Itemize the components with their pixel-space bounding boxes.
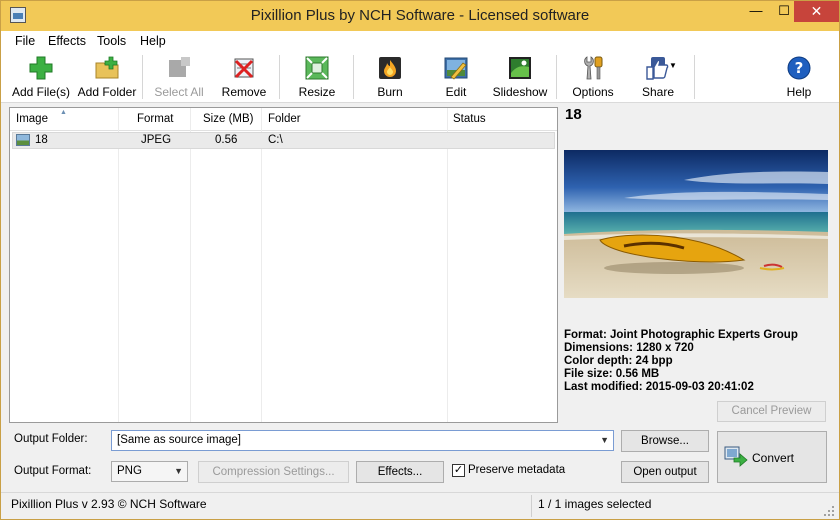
help-label: Help: [786, 85, 812, 99]
svg-text:?: ?: [795, 59, 804, 77]
convert-label: Convert: [752, 451, 795, 465]
toolbar-separator: [694, 55, 695, 99]
effects-button[interactable]: Effects...: [356, 461, 444, 483]
output-folder-value: [Same as source image]: [117, 434, 242, 446]
minimize-button[interactable]: —: [742, 1, 770, 22]
window-title: Pixillion Plus by NCH Software - License…: [250, 7, 590, 24]
image-list[interactable]: ▲ Image Format Size (MB) Folder Status 1…: [9, 107, 558, 423]
convert-button[interactable]: Convert: [717, 431, 827, 483]
preview-title: 18: [565, 106, 582, 123]
edit-icon: [444, 57, 468, 80]
remove-button[interactable]: Remove: [219, 55, 269, 101]
info-color-depth: Color depth: 24 bpp: [564, 355, 673, 367]
info-file-size: File size: 0.56 MB: [564, 368, 660, 380]
column-divider: [118, 108, 119, 422]
column-header-size[interactable]: Size (MB): [197, 108, 269, 131]
column-header-status[interactable]: Status: [447, 108, 547, 131]
options-tools-icon: [584, 56, 603, 80]
menu-bar: File Effects Tools Help: [1, 31, 839, 51]
burn-button[interactable]: Burn: [371, 55, 409, 101]
add-files-label: Add File(s): [11, 85, 70, 99]
edit-button[interactable]: Edit: [439, 55, 473, 101]
burn-label: Burn: [377, 85, 403, 99]
output-format-label: Output Format:: [14, 465, 92, 477]
menu-effects[interactable]: Effects: [48, 34, 86, 48]
slideshow-label: Slideshow: [492, 85, 548, 99]
resize-grip-icon[interactable]: [823, 505, 835, 517]
main-window: Pixillion Plus by NCH Software - License…: [0, 0, 840, 520]
row-format: JPEG: [141, 134, 172, 146]
compression-settings-button[interactable]: Compression Settings...: [198, 461, 349, 483]
info-format: Format: Joint Photographic Experts Group: [564, 329, 798, 341]
remove-label: Remove: [221, 85, 267, 99]
add-files-button[interactable]: Add File(s): [11, 55, 71, 101]
slideshow-button[interactable]: Slideshow: [491, 55, 549, 101]
menu-help[interactable]: Help: [140, 34, 166, 48]
help-button[interactable]: ? Help: [784, 55, 814, 101]
output-folder-combo[interactable]: [Same as source image] ▼: [111, 430, 614, 451]
preserve-metadata-checkbox[interactable]: ✓: [452, 464, 465, 477]
info-last-modified: Last modified: 2015-09-03 20:41:02: [564, 381, 754, 393]
options-label: Options: [572, 85, 614, 99]
preview-image: [564, 150, 828, 298]
burn-disc-icon: [379, 57, 401, 79]
toolbar-separator: [353, 55, 354, 99]
preserve-metadata-label: Preserve metadata: [468, 464, 566, 476]
cancel-preview-button[interactable]: Cancel Preview: [717, 401, 826, 422]
help-icon: ?: [787, 56, 811, 80]
browse-button[interactable]: Browse...: [621, 430, 709, 452]
output-folder-label: Output Folder:: [14, 433, 88, 445]
column-divider: [261, 108, 262, 422]
share-icon: [646, 57, 669, 80]
options-button[interactable]: Options: [570, 55, 616, 101]
status-divider: [531, 495, 532, 517]
select-all-icon: [169, 57, 190, 77]
status-version: Pixillion Plus v 2.93 © NCH Software: [11, 497, 207, 511]
folder-add-icon: [95, 56, 119, 79]
toolbar-separator: [556, 55, 557, 99]
status-bar: Pixillion Plus v 2.93 © NCH Software 1 /…: [1, 492, 839, 519]
image-file-icon: [16, 134, 30, 146]
image-info: Format: Joint Photographic Experts Group…: [564, 329, 798, 394]
row-image-name: 18: [35, 134, 48, 146]
column-header-folder[interactable]: Folder: [262, 108, 442, 131]
open-output-button[interactable]: Open output: [621, 461, 709, 483]
title-bar[interactable]: Pixillion Plus by NCH Software - License…: [1, 1, 839, 31]
resize-label: Resize: [298, 85, 336, 99]
chevron-down-icon[interactable]: ▼: [174, 462, 183, 481]
toolbar-separator: [142, 55, 143, 99]
row-folder: C:\: [268, 134, 283, 146]
output-format-value: PNG: [117, 465, 142, 477]
resize-icon: [305, 56, 329, 80]
menu-tools[interactable]: Tools: [97, 34, 126, 48]
column-header-image[interactable]: Image: [10, 108, 118, 131]
select-all-button[interactable]: Select All: [151, 55, 207, 101]
plus-icon: [29, 56, 53, 80]
slideshow-icon: [509, 57, 531, 79]
add-folder-label: Add Folder: [77, 85, 137, 99]
toolbar: Add File(s) Add Folder Select All Remove…: [1, 51, 839, 103]
row-size: 0.56: [215, 134, 238, 146]
select-all-label: Select All: [154, 85, 204, 99]
status-selection: 1 / 1 images selected: [538, 497, 652, 511]
preview-beach-kayak-image: [564, 150, 828, 298]
toolbar-separator: [279, 55, 280, 99]
column-header-format[interactable]: Format: [131, 108, 191, 131]
add-folder-button[interactable]: Add Folder: [76, 55, 138, 101]
table-row[interactable]: 18 JPEG 0.56 C:\: [12, 132, 555, 149]
remove-icon: [234, 58, 254, 79]
list-header: ▲ Image Format Size (MB) Folder Status: [10, 108, 557, 131]
convert-icon: [724, 446, 748, 467]
menu-file[interactable]: File: [15, 34, 35, 48]
column-divider: [190, 108, 191, 422]
output-format-select[interactable]: PNG ▼: [111, 461, 188, 482]
column-divider: [447, 108, 448, 422]
share-dropdown-arrow-icon[interactable]: ▼: [669, 61, 677, 70]
resize-button[interactable]: Resize: [293, 55, 341, 101]
edit-label: Edit: [445, 85, 467, 99]
chevron-down-icon[interactable]: ▼: [600, 431, 609, 450]
share-label: Share: [641, 85, 675, 99]
info-dimensions: Dimensions: 1280 x 720: [564, 342, 694, 354]
close-button[interactable]: ✕: [794, 1, 839, 22]
